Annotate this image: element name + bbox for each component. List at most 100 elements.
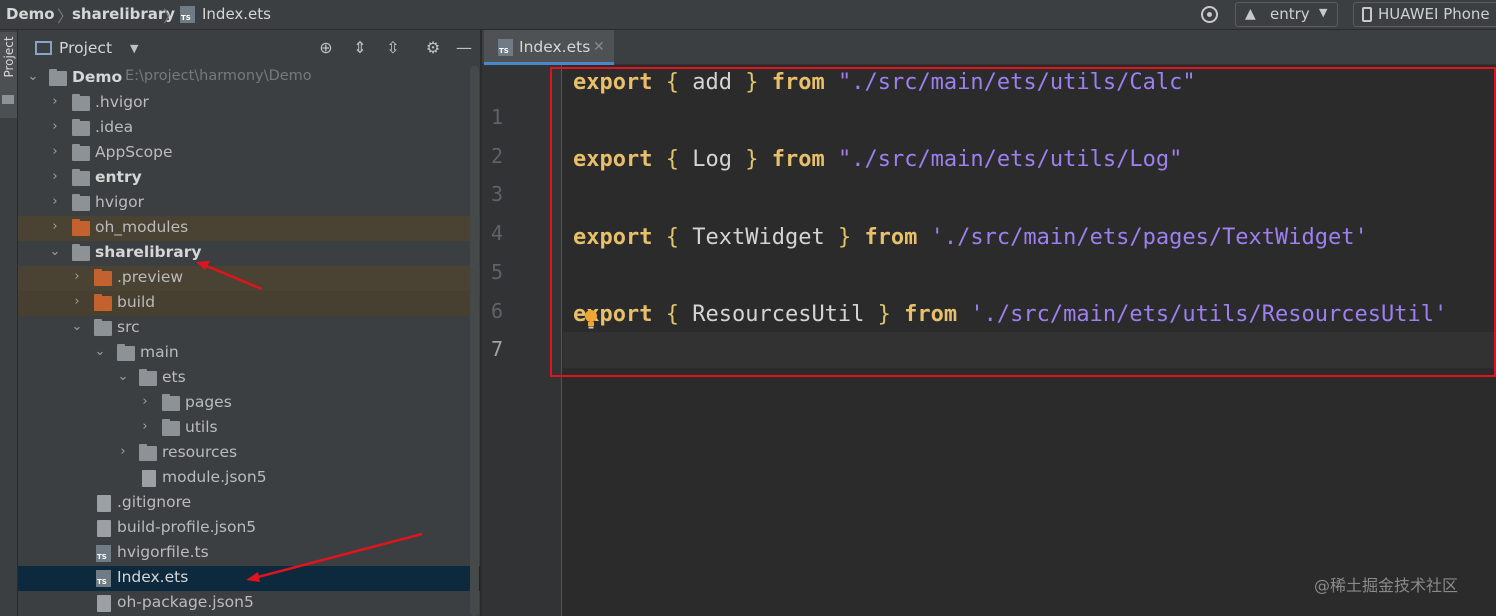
tree-item-label: build-profile.json5 xyxy=(117,518,257,536)
line-number: 6 xyxy=(490,299,504,323)
project-panel: Project ▼ ⊕ ⇕ ⇳ ⚙ — ⌄ Demo E:\project\ha… xyxy=(18,30,481,616)
tree-item-utils[interactable]: › utils xyxy=(18,416,480,441)
ts-file-icon: TS xyxy=(96,545,111,562)
tree-item-label: Demo xyxy=(72,68,123,86)
tree-item-resources[interactable]: › resources xyxy=(18,441,480,466)
tree-item-gitignore[interactable]: .gitignore xyxy=(18,491,480,516)
chevron-right-icon[interactable]: › xyxy=(48,144,62,159)
annotation-highlight-box xyxy=(550,67,1496,377)
project-tab-label: Project xyxy=(2,36,16,78)
tree-item-idea[interactable]: › .idea xyxy=(18,116,480,141)
tree-item-pages[interactable]: › pages xyxy=(18,391,480,416)
tree-item-label: utils xyxy=(185,418,218,436)
chevron-down-icon[interactable]: ⌄ xyxy=(93,344,107,359)
chevron-right-icon[interactable]: › xyxy=(48,169,62,184)
panel-title[interactable]: Project xyxy=(59,39,112,57)
chevron-right-icon[interactable]: › xyxy=(48,119,62,134)
tree-item-label: .idea xyxy=(95,118,134,136)
tree-item-label: Index.ets xyxy=(117,568,189,586)
breadcrumb-module[interactable]: sharelibrary xyxy=(72,5,175,23)
device-selector[interactable]: HUAWEI Phone xyxy=(1353,2,1496,27)
tab-label: Index.ets xyxy=(519,38,591,56)
folder-icon xyxy=(117,344,135,361)
project-tool-tab[interactable]: Project xyxy=(0,32,17,118)
navigation-bar: Demo 〉 sharelibrary 〉 TS Index.ets ▲ ent… xyxy=(0,0,1496,30)
tree-item-src[interactable]: ⌄ src xyxy=(18,316,480,341)
tree-item-main[interactable]: ⌄ main xyxy=(18,341,480,366)
tree-item-appscope[interactable]: › AppScope xyxy=(18,141,480,166)
project-path: E:\project\harmony\Demo xyxy=(125,68,312,84)
line-number: 1 xyxy=(490,105,504,129)
folder-icon xyxy=(72,119,90,136)
excluded-folder-icon xyxy=(72,219,90,236)
tree-item-label: entry xyxy=(95,168,142,186)
tree-item-label: oh_modules xyxy=(95,218,189,236)
minimize-icon[interactable]: — xyxy=(455,39,473,57)
locate-file-icon[interactable]: ⊕ xyxy=(317,39,335,57)
chevron-right-icon[interactable]: › xyxy=(138,419,152,434)
folder-icon xyxy=(72,144,90,161)
collapse-all-icon[interactable]: ⇳ xyxy=(384,39,402,57)
breadcrumb-separator: 〉 xyxy=(57,7,74,26)
chevron-down-icon[interactable]: ⌄ xyxy=(26,69,40,84)
view-dropdown-icon[interactable]: ▼ xyxy=(130,42,138,55)
module-folder-icon xyxy=(49,69,67,86)
tree-item-demo[interactable]: ⌄ Demo E:\project\harmony\Demo xyxy=(18,66,480,91)
tree-item-label: pages xyxy=(185,393,232,411)
tree-item-entry[interactable]: › entry xyxy=(18,166,480,191)
panel-scrollbar[interactable] xyxy=(470,66,479,616)
tree-item-label: oh-package.json5 xyxy=(117,593,254,611)
tree-item-label: AppScope xyxy=(95,143,173,161)
expand-all-icon[interactable]: ⇕ xyxy=(351,39,369,57)
chevron-right-icon[interactable]: › xyxy=(70,294,84,309)
tree-item-label: resources xyxy=(162,443,238,461)
run-config-selector[interactable]: ▲ entry ▼ xyxy=(1235,2,1338,27)
folder-icon xyxy=(72,194,90,211)
close-icon[interactable]: ✕ xyxy=(593,39,605,55)
project-view-icon xyxy=(35,41,52,55)
tree-item-label: ets xyxy=(162,368,186,386)
tab-index-ets[interactable]: TS Index.ets ✕ xyxy=(484,30,614,65)
line-number: 2 xyxy=(490,144,504,168)
module-folder-icon xyxy=(72,169,90,186)
annotation-arrow xyxy=(246,532,423,582)
tree-item-oh-modules[interactable]: › oh_modules xyxy=(18,216,480,241)
chevron-down-icon[interactable]: ⌄ xyxy=(48,244,62,259)
breadcrumb-file[interactable]: Index.ets xyxy=(202,5,271,23)
folder-icon xyxy=(72,94,90,111)
device-label: HUAWEI Phone xyxy=(1378,5,1490,23)
chevron-right-icon[interactable]: › xyxy=(70,269,84,284)
folder-icon xyxy=(94,319,112,336)
tree-item-module-json5[interactable]: module.json5 xyxy=(18,466,480,491)
json-file-icon xyxy=(97,520,111,537)
tree-item-hvigor[interactable]: › hvigor xyxy=(18,191,480,216)
chevron-down-icon[interactable]: ⌄ xyxy=(70,319,84,334)
gear-icon[interactable]: ⚙ xyxy=(424,39,442,57)
tree-item-ets[interactable]: ⌄ ets xyxy=(18,366,480,391)
text-file-icon xyxy=(97,495,111,512)
code-editor[interactable]: TS Index.ets ✕ 1 2 3 4 5 6 7 export { ad… xyxy=(482,30,1496,616)
chevron-right-icon[interactable]: › xyxy=(48,94,62,109)
folder-icon xyxy=(162,394,180,411)
chevron-right-icon[interactable]: › xyxy=(48,194,62,209)
tree-item-label: sharelibrary xyxy=(95,243,202,261)
tree-item-hvigor-hidden[interactable]: › .hvigor xyxy=(18,91,480,116)
chevron-right-icon[interactable]: › xyxy=(116,444,130,459)
phone-icon xyxy=(1362,7,1372,22)
module-folder-icon xyxy=(72,244,90,261)
breadcrumb-project[interactable]: Demo xyxy=(6,5,55,23)
folder-icon xyxy=(139,369,157,386)
tree-item-oh-package[interactable]: oh-package.json5 xyxy=(18,591,480,616)
line-number: 5 xyxy=(490,260,504,284)
ts-file-icon: TS xyxy=(96,570,111,587)
line-number: 7 xyxy=(490,337,504,361)
chevron-right-icon[interactable]: › xyxy=(138,394,152,409)
json-file-icon xyxy=(142,470,156,487)
tree-item-label: hvigorfile.ts xyxy=(117,543,209,561)
module-icon: ▲ xyxy=(1245,6,1256,22)
tree-item-label: build xyxy=(117,293,156,311)
folder-icon xyxy=(2,95,14,104)
chevron-right-icon[interactable]: › xyxy=(48,219,62,234)
chevron-down-icon[interactable]: ⌄ xyxy=(116,369,130,384)
target-icon[interactable] xyxy=(1201,6,1218,23)
